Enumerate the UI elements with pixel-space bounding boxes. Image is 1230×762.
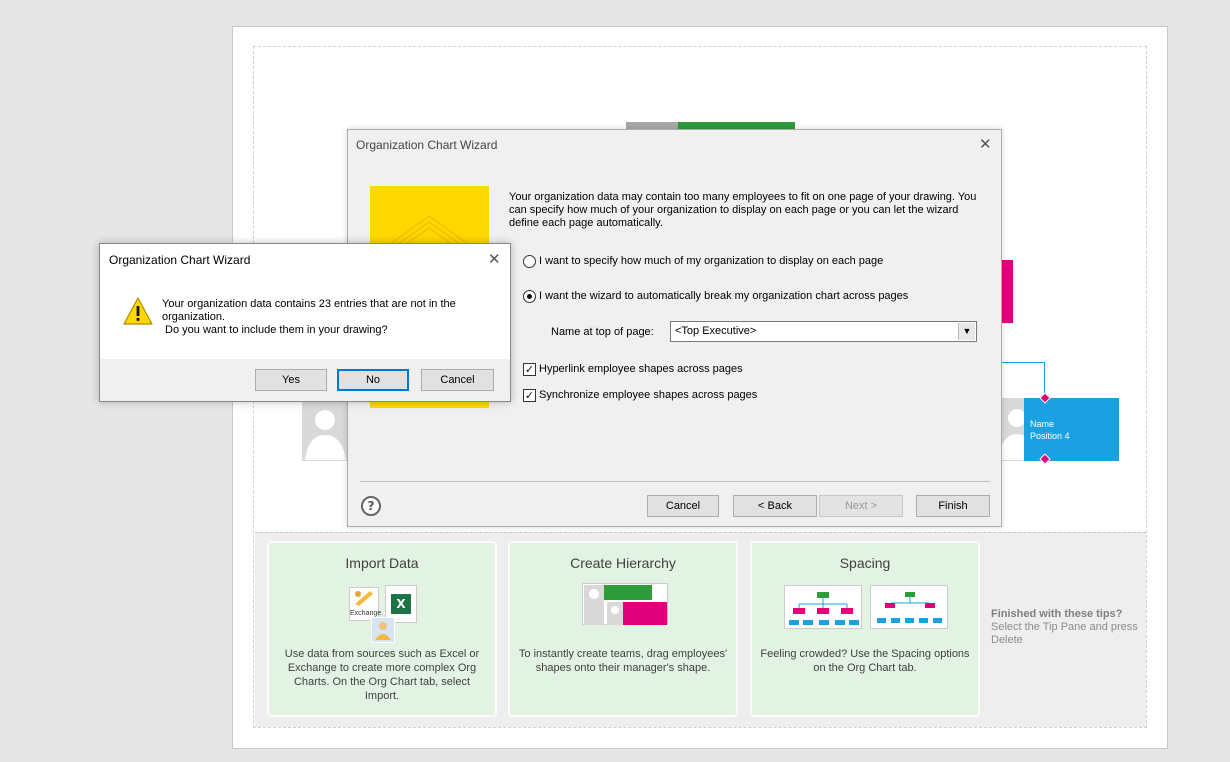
- message-text: Your organization data contains 23 entri…: [162, 298, 492, 337]
- option-auto-radio[interactable]: [523, 290, 536, 303]
- message-line-2: Do you want to include them in your draw…: [162, 324, 388, 336]
- message-line-1: Your organization data contains 23 entri…: [162, 298, 456, 323]
- tip-card-import-data[interactable]: Import Data Exchange X Use data from sou…: [267, 541, 497, 717]
- chevron-down-icon[interactable]: ▼: [958, 323, 975, 340]
- tip-card-title: Spacing: [839, 555, 891, 571]
- name-at-top-value: <Top Executive>: [675, 325, 757, 337]
- message-close-icon[interactable]: ✕: [488, 250, 501, 268]
- connector-line: [1001, 362, 1045, 400]
- hyperlink-label[interactable]: Hyperlink employee shapes across pages: [539, 363, 743, 375]
- warning-icon: [122, 296, 154, 330]
- tip-card-text: To instantly create teams, drag employee…: [518, 648, 728, 674]
- exchange-icon: Exchange: [349, 587, 381, 621]
- help-icon[interactable]: ?: [361, 496, 381, 516]
- shape-position-text: Position 4: [1030, 431, 1070, 441]
- option-manual-radio[interactable]: [523, 255, 536, 268]
- name-at-top-label: Name at top of page:: [551, 326, 654, 338]
- tip-card-text: Use data from sources such as Excel or E…: [284, 648, 480, 702]
- option-auto-label[interactable]: I want the wizard to automatically break…: [539, 290, 908, 302]
- person-placeholder-icon: [305, 410, 346, 460]
- spacing-illustration-compact: [870, 585, 948, 629]
- tip-card-title: Import Data: [345, 555, 419, 571]
- tip-card-spacing[interactable]: Spacing Feeling crowded? Use the Spacing…: [750, 541, 980, 717]
- spacing-illustration-wide: [784, 585, 862, 629]
- hyperlink-checkbox[interactable]: ✓: [523, 363, 536, 376]
- message-title: Organization Chart Wizard: [109, 253, 251, 267]
- name-at-top-dropdown[interactable]: <Top Executive> ▼: [670, 321, 977, 342]
- wizard-cancel-button[interactable]: Cancel: [647, 495, 719, 517]
- tip-card-title: Create Hierarchy: [570, 555, 676, 571]
- wizard-finish-button[interactable]: Finish: [916, 495, 990, 517]
- no-button[interactable]: No: [337, 369, 409, 391]
- org-shape-photo-left[interactable]: [302, 402, 349, 461]
- shape-name-text: Name: [1030, 419, 1055, 429]
- wizard-next-button[interactable]: Next >: [819, 495, 903, 517]
- message-cancel-button[interactable]: Cancel: [421, 369, 494, 391]
- tip-card-create-hierarchy[interactable]: Create Hierarchy To instantly create tea…: [508, 541, 738, 717]
- wizard-title: Organization Chart Wizard: [356, 138, 498, 152]
- tips-finished-note: Finished with these tips? Select the Tip…: [991, 608, 1141, 647]
- message-button-bar: Yes No Cancel: [100, 359, 510, 401]
- org-shape-position-4[interactable]: Name Position 4: [1024, 398, 1119, 461]
- wizard-close-icon[interactable]: ✕: [979, 135, 992, 153]
- wizard-intro-text: Your organization data may contain too m…: [509, 191, 977, 229]
- include-entries-message-box[interactable]: Organization Chart Wizard ✕ Your organiz…: [99, 243, 511, 402]
- wizard-separator: [360, 481, 990, 482]
- synchronize-label[interactable]: Synchronize employee shapes across pages: [539, 389, 757, 401]
- import-user-icon: [371, 617, 395, 643]
- tips-finished-title: Finished with these tips?: [991, 608, 1123, 620]
- tip-card-text: Feeling crowded? Use the Spacing options…: [760, 648, 970, 674]
- org-shape-magenta[interactable]: [1001, 260, 1013, 323]
- wizard-back-button[interactable]: < Back: [733, 495, 817, 517]
- synchronize-checkbox[interactable]: ✓: [523, 389, 536, 402]
- hierarchy-illustration: [582, 583, 668, 625]
- tips-finished-text: Select the Tip Pane and press Delete: [991, 621, 1138, 646]
- yes-button[interactable]: Yes: [255, 369, 327, 391]
- option-manual-label[interactable]: I want to specify how much of my organiz…: [539, 255, 883, 267]
